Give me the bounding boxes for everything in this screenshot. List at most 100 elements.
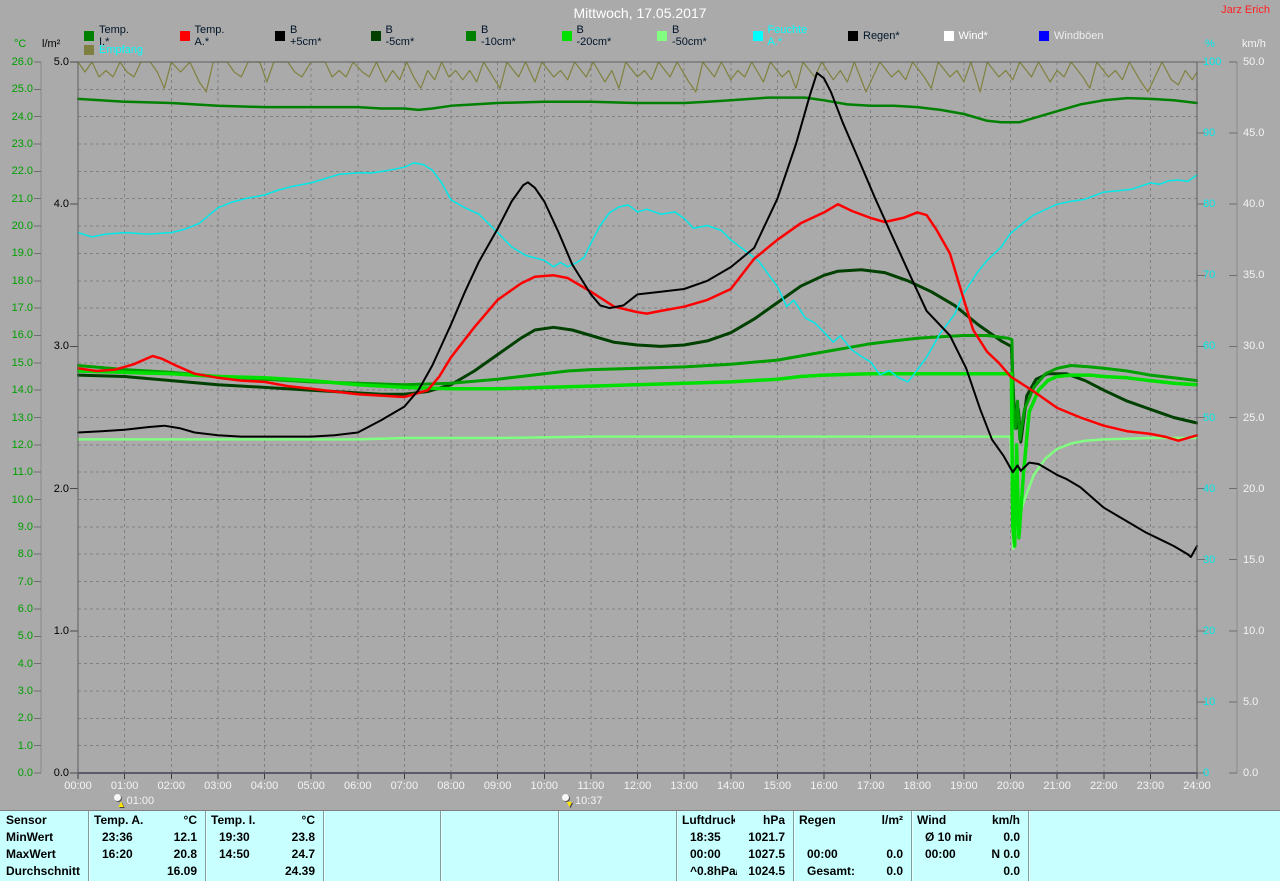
table-cell-value: N 0.0 (991, 847, 1020, 861)
table-cell-value: 0.0 (1003, 864, 1020, 878)
tick-temp-18.0: 18.0 (11, 274, 33, 287)
tick-time-13:00: 13:00 (670, 780, 698, 792)
moon-rise-icon: ▲ (113, 794, 126, 809)
tick-temp-17.0: 17.0 (11, 302, 33, 315)
tick-time-04:00: 04:00 (250, 780, 279, 792)
tick-temp-22.0: 22.0 (11, 165, 33, 178)
table-cell-time: Ø 10 min. (925, 830, 972, 844)
marker-time: 01:00 (126, 794, 155, 807)
tick-wind-45.0: 45.0 (1243, 127, 1265, 140)
table-divider (1028, 811, 1030, 881)
table-cell-time: ^0.8hPa/h (690, 864, 737, 878)
tick-temp-25.0: 25.0 (11, 83, 33, 96)
tick-time-22:00: 22:00 (1089, 780, 1118, 792)
tick-time-23:00: 23:00 (1136, 780, 1165, 792)
tick-wind-30.0: 30.0 (1243, 340, 1265, 353)
time-marker-0100: ▲ 01:00 (113, 794, 155, 809)
tick-time-01:00: 01:00 (110, 780, 139, 792)
tick-temp-0.0: 0.0 (17, 767, 33, 779)
table-cell-value: 1027.5 (748, 847, 785, 861)
table-divider (205, 811, 207, 881)
tick-wind-20.0: 20.0 (1243, 482, 1265, 495)
tick-humidity-10: 10 (1203, 695, 1216, 708)
tick-temp-15.0: 15.0 (11, 356, 33, 369)
tick-rain-2.0: 2.0 (53, 482, 69, 495)
tick-time-08:00: 08:00 (437, 780, 465, 792)
tick-temp-8.0: 8.0 (17, 548, 33, 561)
table-cell-value: 0.0 (886, 864, 903, 878)
table-cell-value: 0.0 (1003, 830, 1020, 844)
tick-time-20:00: 20:00 (996, 780, 1025, 792)
table-divider (676, 811, 678, 881)
tick-humidity-80: 80 (1203, 198, 1216, 211)
tick-temp-21.0: 21.0 (11, 192, 33, 205)
tick-time-10:00: 10:00 (530, 780, 559, 792)
tick-time-00:00: 00:00 (64, 780, 92, 792)
tick-humidity-0: 0 (1203, 767, 1210, 779)
table-divider (558, 811, 560, 881)
tick-time-03:00: 03:00 (204, 780, 232, 792)
tick-temp-5.0: 5.0 (17, 630, 33, 643)
table-section-temp-a: Temp. A. (94, 813, 144, 827)
stats-table: Sensor MinWert MaxWert Durchschnitt Temp. A.… (0, 810, 1280, 881)
table-cell-value: 1021.7 (748, 830, 785, 844)
tick-temp-10.0: 10.0 (11, 493, 33, 506)
table-divider (440, 811, 442, 881)
table-row-label-maxwert: MaxWert (6, 847, 56, 861)
tick-wind-5.0: 5.0 (1243, 695, 1259, 708)
weather-day-chart-window: Mittwoch, 17.05.2017 Jarz Erich °C l/m² … (0, 0, 1280, 881)
tick-temp-20.0: 20.0 (11, 220, 33, 233)
tick-wind-35.0: 35.0 (1243, 269, 1265, 282)
table-cell-time: 23:36 (102, 830, 133, 844)
tick-wind-15.0: 15.0 (1243, 553, 1265, 566)
table-cell-time: 18:35 (690, 830, 721, 844)
table-divider (793, 811, 795, 881)
tick-humidity-90: 90 (1203, 127, 1216, 140)
table-row-label-minwert: MinWert (6, 830, 54, 844)
table-cell-value: 20.8 (173, 847, 197, 861)
tick-rain-5.0: 5.0 (53, 56, 69, 68)
tick-time-18:00: 18:00 (903, 780, 932, 792)
table-cell-time: 00:00 (690, 847, 721, 861)
table-cell-time: 14:50 (219, 847, 250, 861)
tick-humidity-40: 40 (1203, 482, 1216, 495)
tick-temp-16.0: 16.0 (11, 329, 33, 342)
table-unit-regen: l/m² (881, 813, 903, 827)
table-cell-value: 23.8 (291, 830, 315, 844)
tick-wind-50.0: 50.0 (1243, 56, 1265, 68)
table-cell-time: 19:30 (219, 830, 250, 844)
tick-time-12:00: 12:00 (623, 780, 652, 792)
tick-humidity-30: 30 (1203, 553, 1216, 566)
tick-wind-10.0: 10.0 (1243, 624, 1265, 637)
tick-time-17:00: 17:00 (856, 780, 885, 792)
moon-set-icon: ▼ (562, 794, 574, 809)
table-divider (911, 811, 913, 881)
tick-temp-4.0: 4.0 (17, 657, 33, 670)
table-unit-temp-i: °C (301, 813, 315, 827)
tick-temp-7.0: 7.0 (17, 575, 33, 588)
tick-temp-2.0: 2.0 (17, 712, 33, 725)
plot-svg (34, 61, 1238, 779)
tick-time-06:00: 06:00 (343, 780, 372, 792)
table-cell-value: 24.39 (284, 864, 315, 878)
tick-temp-6.0: 6.0 (17, 602, 33, 615)
table-cell-value: 12.1 (173, 830, 197, 844)
tick-time-09:00: 09:00 (483, 780, 512, 792)
time-marker-1037: ▼ 10:37 (562, 794, 603, 809)
tick-temp-3.0: 3.0 (17, 684, 33, 697)
tick-time-02:00: 02:00 (157, 780, 186, 792)
axes-deco (34, 61, 1238, 779)
table-unit-luftdruck: hPa (762, 813, 785, 827)
tick-humidity-100: 100 (1203, 56, 1222, 68)
tick-humidity-60: 60 (1203, 340, 1216, 353)
table-cell-value: 0.0 (886, 847, 903, 861)
tick-temp-11.0: 11.0 (12, 466, 33, 479)
marker-time: 10:37 (575, 794, 603, 807)
tick-time-19:00: 19:00 (950, 780, 978, 792)
tick-temp-24.0: 24.0 (11, 110, 33, 123)
tick-time-14:00: 14:00 (716, 780, 745, 792)
tick-rain-1.0: 1.0 (53, 624, 69, 637)
tick-time-21:00: 21:00 (1043, 780, 1071, 792)
arrow-up-icon: ▲ (116, 799, 126, 809)
tick-temp-13.0: 13.0 (11, 411, 33, 424)
